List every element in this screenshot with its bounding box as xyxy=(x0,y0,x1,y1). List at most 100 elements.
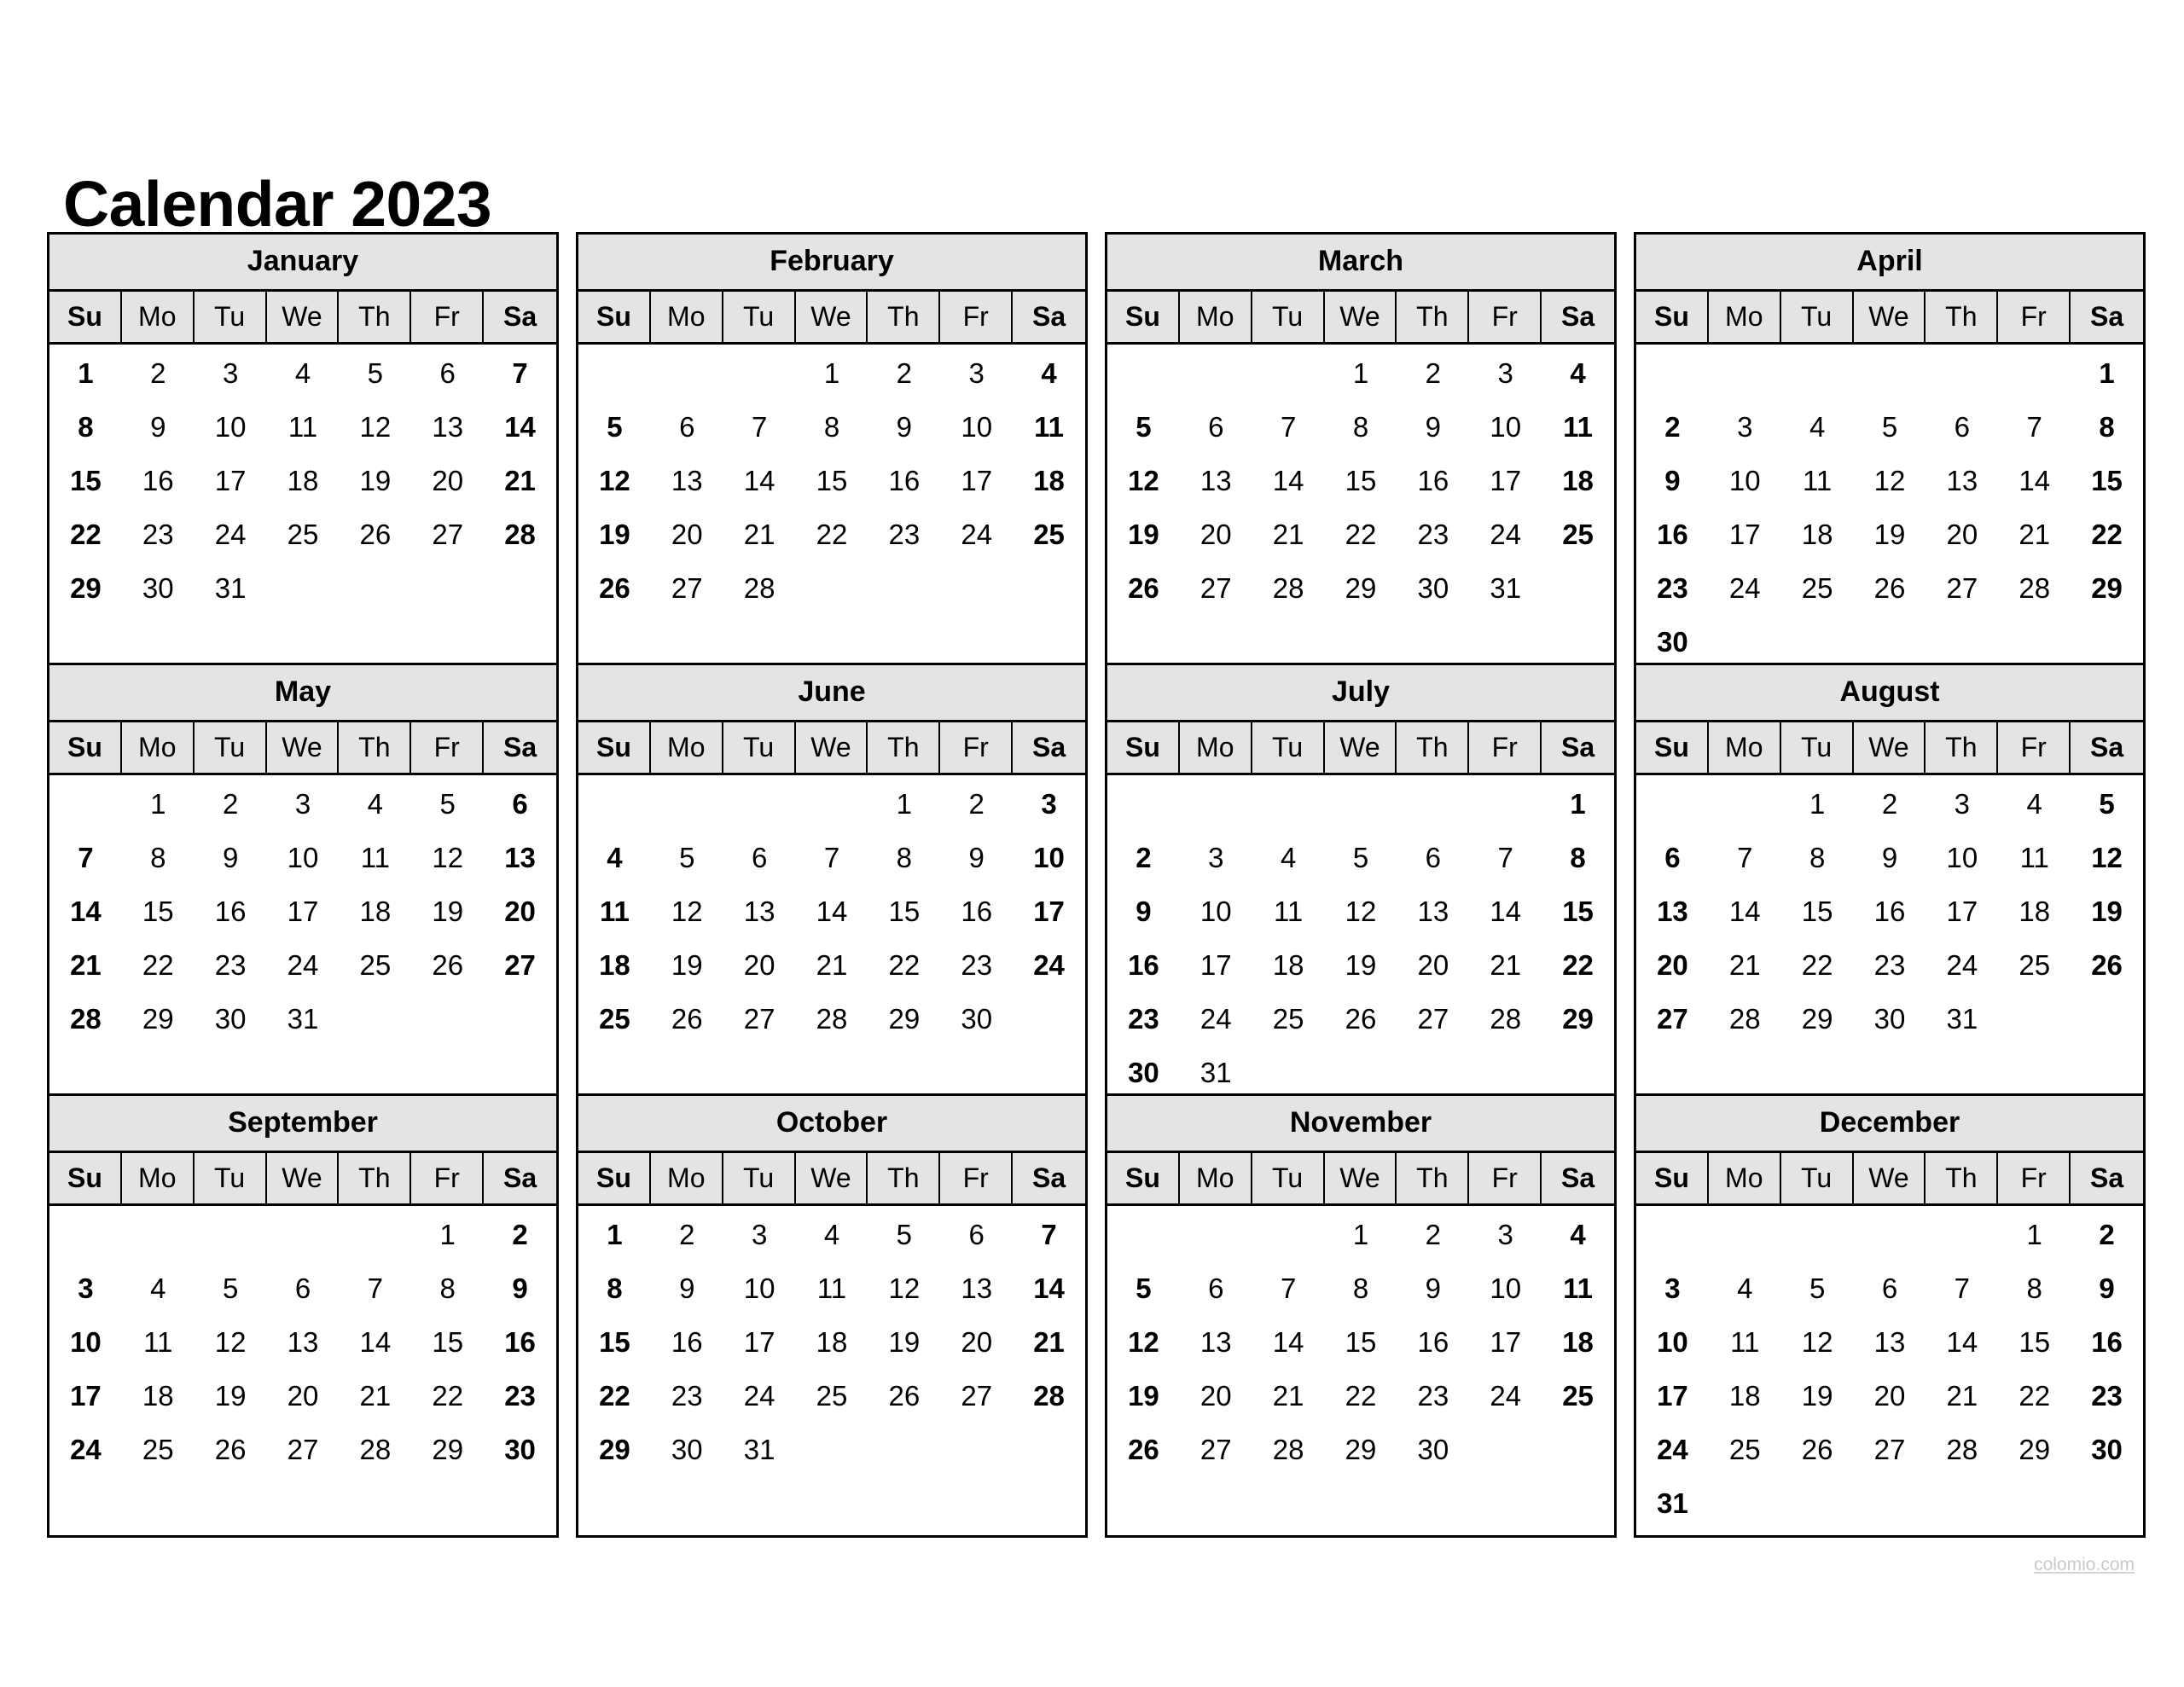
day-cell[interactable]: 25 xyxy=(1781,561,1854,615)
day-cell[interactable]: 5 xyxy=(578,400,651,454)
day-cell[interactable]: 13 xyxy=(411,400,484,454)
day-cell[interactable]: 5 xyxy=(1107,1261,1180,1315)
day-cell[interactable]: 25 xyxy=(1542,507,1614,561)
day-cell[interactable]: 20 xyxy=(1636,938,1709,992)
day-cell[interactable]: 16 xyxy=(1107,938,1180,992)
day-cell[interactable]: 25 xyxy=(1542,1369,1614,1423)
day-cell[interactable]: 29 xyxy=(411,1423,484,1476)
day-cell[interactable]: 20 xyxy=(267,1369,340,1423)
day-cell[interactable]: 11 xyxy=(122,1315,195,1369)
day-cell[interactable]: 8 xyxy=(2071,400,2143,454)
day-cell[interactable]: 17 xyxy=(940,454,1013,507)
day-cell[interactable]: 4 xyxy=(1781,400,1854,454)
day-cell[interactable]: 6 xyxy=(1926,400,1998,454)
day-cell[interactable]: 30 xyxy=(940,992,1013,1046)
day-cell[interactable]: 18 xyxy=(1542,1315,1614,1369)
day-cell[interactable]: 17 xyxy=(1469,454,1542,507)
day-cell[interactable]: 17 xyxy=(49,1369,122,1423)
day-cell[interactable]: 29 xyxy=(868,992,940,1046)
day-cell[interactable]: 30 xyxy=(1107,1046,1180,1099)
day-cell[interactable]: 12 xyxy=(1854,454,1926,507)
day-cell[interactable]: 30 xyxy=(484,1423,556,1476)
day-cell[interactable]: 15 xyxy=(1325,1315,1397,1369)
day-cell[interactable]: 25 xyxy=(1709,1423,1781,1476)
day-cell[interactable]: 15 xyxy=(796,454,868,507)
day-cell[interactable]: 13 xyxy=(1180,454,1252,507)
day-cell[interactable]: 14 xyxy=(1252,454,1325,507)
day-cell[interactable]: 1 xyxy=(578,1208,651,1261)
day-cell[interactable]: 28 xyxy=(49,992,122,1046)
day-cell[interactable]: 11 xyxy=(1709,1315,1781,1369)
day-cell[interactable]: 18 xyxy=(578,938,651,992)
day-cell[interactable]: 14 xyxy=(1709,884,1781,938)
day-cell[interactable]: 8 xyxy=(578,1261,651,1315)
day-cell[interactable]: 6 xyxy=(651,400,723,454)
day-cell[interactable]: 9 xyxy=(1636,454,1709,507)
day-cell[interactable]: 10 xyxy=(1469,400,1542,454)
day-cell[interactable]: 29 xyxy=(1542,992,1614,1046)
day-cell[interactable]: 6 xyxy=(1636,831,1709,884)
day-cell[interactable]: 2 xyxy=(1107,831,1180,884)
day-cell[interactable]: 1 xyxy=(49,346,122,400)
day-cell[interactable]: 6 xyxy=(940,1208,1013,1261)
day-cell[interactable]: 13 xyxy=(1636,884,1709,938)
day-cell[interactable]: 20 xyxy=(940,1315,1013,1369)
day-cell[interactable]: 13 xyxy=(267,1315,340,1369)
day-cell[interactable]: 28 xyxy=(1252,1423,1325,1476)
day-cell[interactable]: 14 xyxy=(49,884,122,938)
day-cell[interactable]: 15 xyxy=(411,1315,484,1369)
day-cell[interactable]: 17 xyxy=(723,1315,796,1369)
day-cell[interactable]: 2 xyxy=(651,1208,723,1261)
day-cell[interactable]: 21 xyxy=(1013,1315,1085,1369)
day-cell[interactable]: 27 xyxy=(940,1369,1013,1423)
day-cell[interactable]: 14 xyxy=(1013,1261,1085,1315)
day-cell[interactable]: 25 xyxy=(1998,938,2071,992)
day-cell[interactable]: 26 xyxy=(651,992,723,1046)
day-cell[interactable]: 13 xyxy=(1397,884,1469,938)
day-cell[interactable]: 13 xyxy=(940,1261,1013,1315)
day-cell[interactable]: 23 xyxy=(1397,1369,1469,1423)
day-cell[interactable]: 14 xyxy=(484,400,556,454)
day-cell[interactable]: 5 xyxy=(1325,831,1397,884)
day-cell[interactable]: 9 xyxy=(1107,884,1180,938)
day-cell[interactable]: 31 xyxy=(1636,1476,1709,1530)
day-cell[interactable]: 28 xyxy=(1926,1423,1998,1476)
day-cell[interactable]: 23 xyxy=(1854,938,1926,992)
day-cell[interactable]: 28 xyxy=(1998,561,2071,615)
day-cell[interactable]: 17 xyxy=(1926,884,1998,938)
day-cell[interactable]: 24 xyxy=(1469,1369,1542,1423)
day-cell[interactable]: 21 xyxy=(1252,507,1325,561)
day-cell[interactable]: 9 xyxy=(195,831,267,884)
day-cell[interactable]: 20 xyxy=(723,938,796,992)
day-cell[interactable]: 16 xyxy=(1397,454,1469,507)
day-cell[interactable]: 27 xyxy=(267,1423,340,1476)
day-cell[interactable]: 17 xyxy=(1636,1369,1709,1423)
day-cell[interactable]: 11 xyxy=(1252,884,1325,938)
day-cell[interactable]: 30 xyxy=(1636,615,1709,669)
day-cell[interactable]: 26 xyxy=(1781,1423,1854,1476)
day-cell[interactable]: 11 xyxy=(1542,400,1614,454)
day-cell[interactable]: 22 xyxy=(2071,507,2143,561)
day-cell[interactable]: 6 xyxy=(1854,1261,1926,1315)
day-cell[interactable]: 18 xyxy=(1781,507,1854,561)
day-cell[interactable]: 7 xyxy=(1252,1261,1325,1315)
day-cell[interactable]: 19 xyxy=(1325,938,1397,992)
day-cell[interactable]: 24 xyxy=(49,1423,122,1476)
day-cell[interactable]: 10 xyxy=(940,400,1013,454)
day-cell[interactable]: 27 xyxy=(1636,992,1709,1046)
day-cell[interactable]: 30 xyxy=(195,992,267,1046)
day-cell[interactable]: 28 xyxy=(723,561,796,615)
day-cell[interactable]: 24 xyxy=(1636,1423,1709,1476)
day-cell[interactable]: 17 xyxy=(1013,884,1085,938)
day-cell[interactable]: 30 xyxy=(122,561,195,615)
day-cell[interactable]: 23 xyxy=(122,507,195,561)
day-cell[interactable]: 27 xyxy=(651,561,723,615)
day-cell[interactable]: 21 xyxy=(1469,938,1542,992)
day-cell[interactable]: 18 xyxy=(1252,938,1325,992)
day-cell[interactable]: 8 xyxy=(1325,1261,1397,1315)
day-cell[interactable]: 15 xyxy=(1325,454,1397,507)
day-cell[interactable]: 21 xyxy=(49,938,122,992)
day-cell[interactable]: 6 xyxy=(411,346,484,400)
day-cell[interactable]: 27 xyxy=(484,938,556,992)
day-cell[interactable]: 22 xyxy=(1542,938,1614,992)
